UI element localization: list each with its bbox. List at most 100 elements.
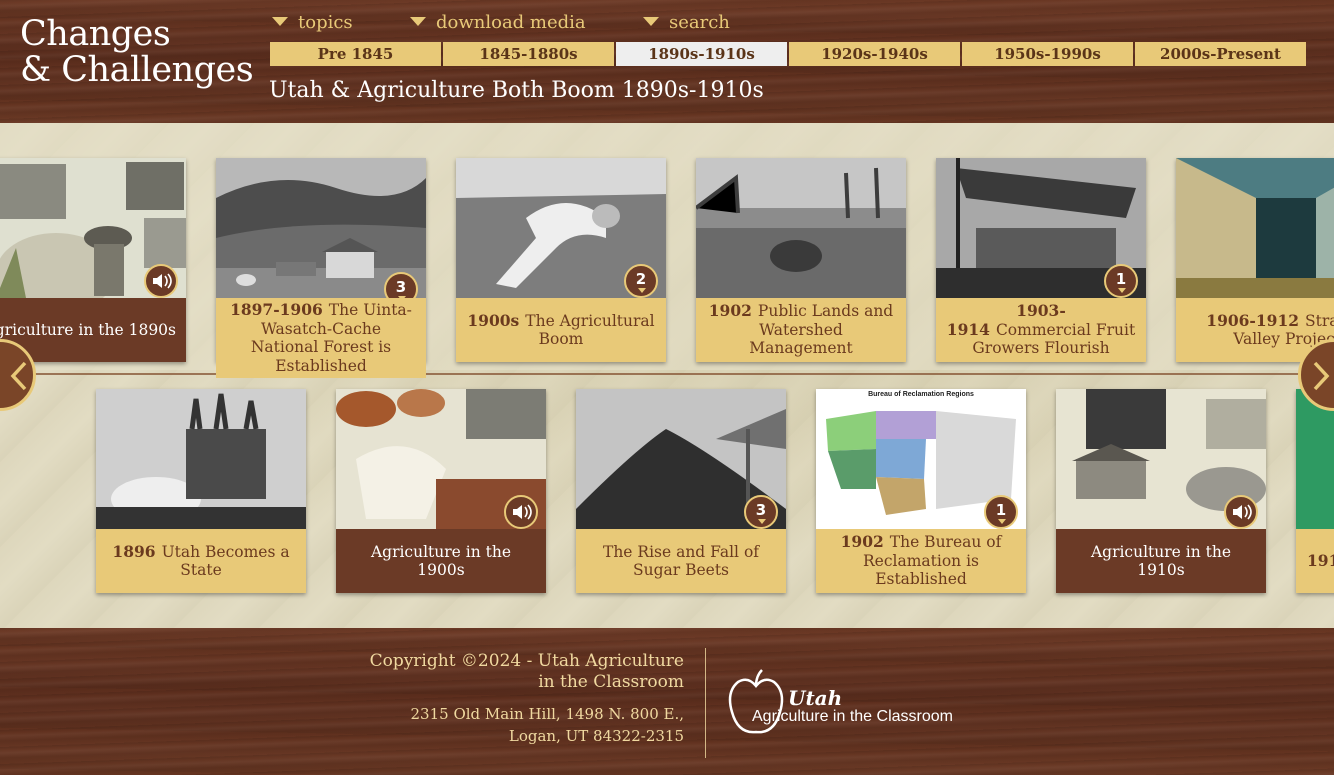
card-label: 1914 <box>1307 550 1334 571</box>
card-label: 1902 The Bureau of Reclamation is Establi… <box>826 533 1016 589</box>
topics-label: topics <box>298 12 353 33</box>
address-line-2: Logan, UT 84322-2315 <box>508 727 684 745</box>
count-badge[interactable]: 3 <box>744 495 778 529</box>
aitc-logo[interactable]: Utah Agriculture in the Classroom <box>726 668 953 744</box>
card-image: 1 <box>936 158 1146 298</box>
chevron-down-icon <box>1118 288 1126 293</box>
card-bureau-reclamation[interactable]: Bureau of Reclamation Regions 1 1902 The … <box>816 389 1026 593</box>
badge-count: 2 <box>635 270 647 288</box>
card-caption: 1902 Public Lands and Watershed Managemen… <box>696 298 906 362</box>
card-label: 1906-1912Strawb Valley Projec <box>1192 311 1334 349</box>
card-image <box>696 158 906 298</box>
copyright: Copyright ©2024 - Utah Agriculture in th… <box>370 651 684 693</box>
tab-1950s-1990s[interactable]: 1950s-1990s <box>962 42 1133 66</box>
address-line-1: 2315 Old Main Hill, 1498 N. 800 E., <box>410 705 684 723</box>
card-fruit-growers[interactable]: 1 1903-1914 Commercial Fruit Growers Flou… <box>936 158 1146 362</box>
map-title: Bureau of Reclamation Regions <box>868 391 974 398</box>
badge-count: 1 <box>995 501 1007 519</box>
card-year: 1902 <box>708 301 752 321</box>
card-strawberry-valley-project[interactable]: 1906-1912Strawb Valley Projec <box>1176 158 1334 362</box>
topics-dropdown[interactable]: topics <box>272 12 353 33</box>
card-sugar-beets[interactable]: 3 The Rise and Fall of Sugar Beets <box>576 389 786 593</box>
card-caption: 1897-1906 The Uinta-Wasatch-Cache Nationa… <box>216 298 426 378</box>
search-label: search <box>669 12 730 33</box>
card-caption: 1902 The Bureau of Reclamation is Establi… <box>816 529 1026 593</box>
card-label: 1902 Public Lands and Watershed Managemen… <box>706 302 896 358</box>
search-dropdown[interactable]: search <box>643 12 730 33</box>
card-caption: 1896 Utah Becomes a State <box>96 529 306 593</box>
badge-count: 1 <box>1115 270 1127 288</box>
chevron-down-icon <box>638 288 646 293</box>
address: 2315 Old Main Hill, 1498 N. 800 E., Loga… <box>411 703 684 747</box>
card-image <box>1176 158 1334 298</box>
card-caption: The Rise and Fall of Sugar Beets <box>576 529 786 593</box>
card-year: 1900s <box>467 310 520 330</box>
chevron-down-icon <box>998 519 1006 524</box>
download-media-label: download media <box>436 12 586 33</box>
card-image <box>1056 389 1266 529</box>
chevron-down-icon <box>758 519 766 524</box>
copyright-line-1: Copyright ©2024 - Utah Agriculture <box>369 651 684 671</box>
card-image <box>336 389 546 529</box>
card-agriculture-1900s[interactable]: Agriculture in the 1900s <box>336 389 546 593</box>
card-caption: 1900s The Agricultural Boom <box>456 298 666 362</box>
logo-line-1: Changes <box>20 14 171 54</box>
timeline-carousel: griculture in the 1890s 3 1897-1906 The U… <box>0 123 1334 628</box>
count-badge[interactable]: 1 <box>984 495 1018 529</box>
count-badge[interactable]: 2 <box>624 264 658 298</box>
logo-utah: Utah <box>788 686 843 710</box>
card-label: 1896 Utah Becomes a State <box>106 541 296 580</box>
card-title: The Agricultural Boom <box>525 311 655 349</box>
card-1914[interactable]: 1914 <box>1296 389 1334 593</box>
card-year: 1896 <box>112 541 156 561</box>
chevron-left-icon <box>10 361 27 391</box>
footer-divider <box>705 648 706 758</box>
card-label: 1897-1906 The Uinta-Wasatch-Cache Nationa… <box>226 300 416 375</box>
card-caption: 1914 <box>1296 529 1334 593</box>
card-public-lands[interactable]: 1902 Public Lands and Watershed Managemen… <box>696 158 906 362</box>
card-year: 1914 <box>1307 550 1334 570</box>
copyright-line-2: in the Classroom <box>538 672 684 692</box>
download-media-dropdown[interactable]: download media <box>410 12 586 33</box>
card-title: Commercial Fruit Growers Flourish <box>972 320 1136 358</box>
page-title: Utah & Agriculture Both Boom 1890s-1910s <box>269 78 764 103</box>
caret-down-icon <box>643 17 659 26</box>
card-image: 3 <box>216 158 426 298</box>
era-tabs: Pre 1845 1845-1880s 1890s-1910s 1920s-19… <box>270 42 1306 66</box>
card-image <box>0 158 186 298</box>
card-utah-becomes-state[interactable]: 1896 Utah Becomes a State <box>96 389 306 593</box>
card-image <box>96 389 306 529</box>
card-agriculture-1910s[interactable]: Agriculture in the 1910s <box>1056 389 1266 593</box>
count-badge[interactable]: 3 <box>384 272 418 298</box>
card-image: Bureau of Reclamation Regions 1 <box>816 389 1026 529</box>
card-image: 2 <box>456 158 666 298</box>
card-uinta-wasatch-cache[interactable]: 3 1897-1906 The Uinta-Wasatch-Cache Natio… <box>216 158 426 378</box>
caret-down-icon <box>272 17 288 26</box>
tab-pre-1845[interactable]: Pre 1845 <box>270 42 441 66</box>
tab-2000s-present[interactable]: 2000s-Present <box>1135 42 1306 66</box>
card-agriculture-1890s[interactable]: griculture in the 1890s <box>0 158 186 362</box>
chevron-right-icon <box>1313 361 1330 391</box>
row-divider <box>0 373 1334 375</box>
count-badge[interactable]: 1 <box>1104 264 1138 298</box>
audio-icon[interactable] <box>504 495 538 529</box>
card-caption: 1903-1914 Commercial Fruit Growers Flouri… <box>936 298 1146 362</box>
badge-count: 3 <box>395 278 407 296</box>
logo-line-2: & Challenges <box>20 50 254 90</box>
site-header: Changes & Challenges topics download med… <box>0 0 1334 123</box>
tab-1845-1880s[interactable]: 1845-1880s <box>443 42 614 66</box>
badge-count: 3 <box>755 501 767 519</box>
audio-icon[interactable] <box>144 264 178 298</box>
card-title: The Rise and Fall of Sugar Beets <box>602 542 760 580</box>
card-title: Public Lands and Watershed Management <box>749 302 894 358</box>
card-image: 3 <box>576 389 786 529</box>
tab-1920s-1940s[interactable]: 1920s-1940s <box>789 42 960 66</box>
tab-1890s-1910s[interactable]: 1890s-1910s <box>616 42 787 66</box>
site-logo[interactable]: Changes & Challenges <box>20 14 254 90</box>
logo-aitc: Agriculture in the Classroom <box>752 708 953 725</box>
caret-down-icon <box>410 17 426 26</box>
card-label: 1900s The Agricultural Boom <box>466 310 656 349</box>
card-agricultural-boom[interactable]: 2 1900s The Agricultural Boom <box>456 158 666 362</box>
card-year: 1902 <box>840 532 884 552</box>
audio-icon[interactable] <box>1224 495 1258 529</box>
